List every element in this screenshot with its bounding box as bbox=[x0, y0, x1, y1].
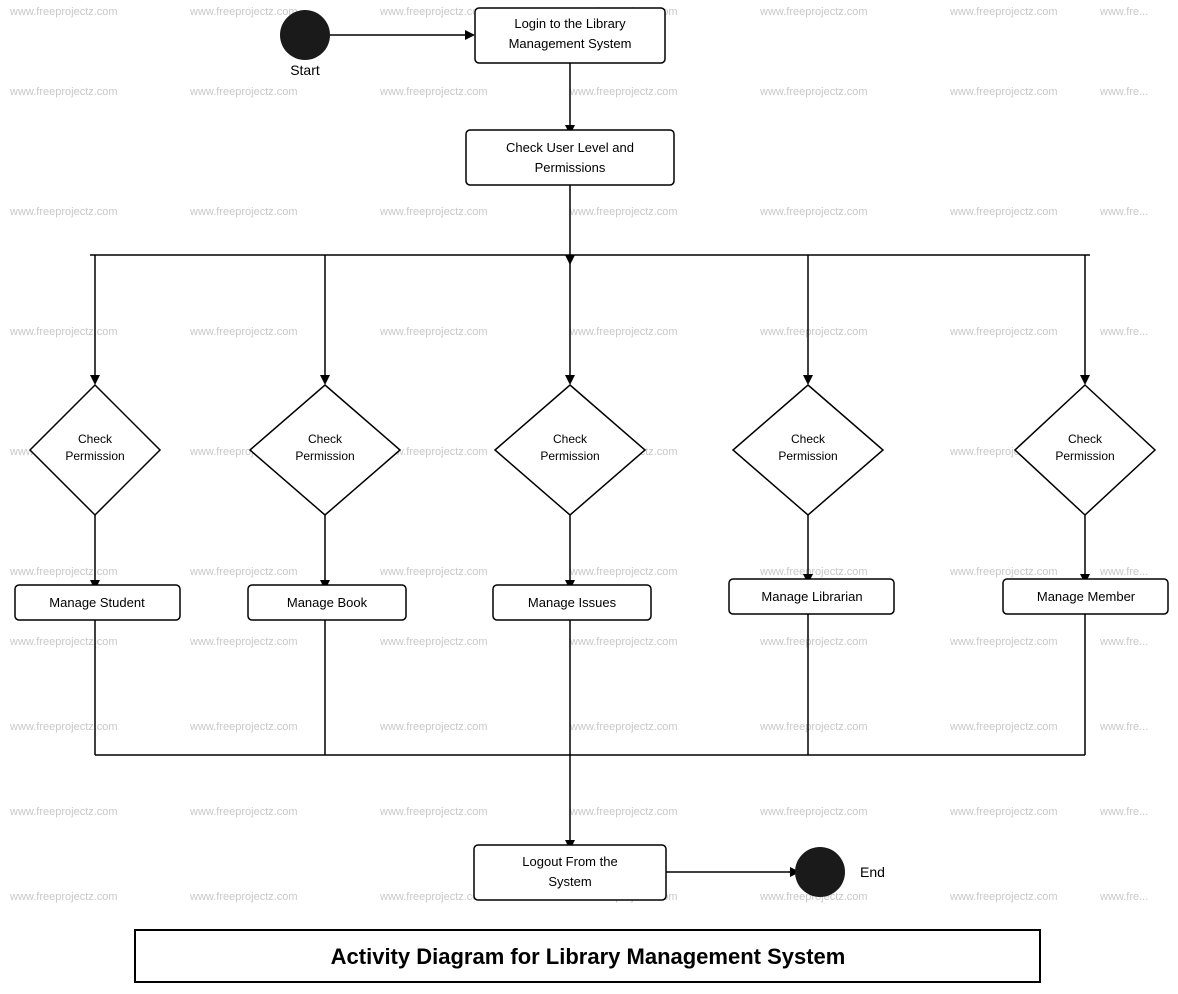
svg-text:www.freeprojectz.com: www.freeprojectz.com bbox=[949, 326, 1058, 338]
svg-text:Manage Issues: Manage Issues bbox=[528, 595, 617, 610]
svg-text:www.fre...: www.fre... bbox=[1099, 6, 1148, 18]
start-node bbox=[280, 10, 330, 60]
svg-text:www.freeprojectz.com: www.freeprojectz.com bbox=[9, 566, 118, 578]
svg-text:www.freeprojectz.com: www.freeprojectz.com bbox=[189, 6, 298, 18]
svg-text:Manage Student: Manage Student bbox=[49, 595, 145, 610]
svg-text:www.freeprojectz.com: www.freeprojectz.com bbox=[189, 891, 298, 903]
svg-text:www.fre...: www.fre... bbox=[1099, 566, 1148, 578]
svg-text:Manage Member: Manage Member bbox=[1037, 589, 1136, 604]
svg-text:Login to the Library: Login to the Library bbox=[514, 16, 626, 31]
svg-text:Permission: Permission bbox=[295, 449, 354, 463]
svg-text:www.freeprojectz.com: www.freeprojectz.com bbox=[569, 86, 678, 98]
svg-text:www.freeprojectz.com: www.freeprojectz.com bbox=[569, 636, 678, 648]
svg-text:www.freeprojectz.com: www.freeprojectz.com bbox=[569, 206, 678, 218]
svg-text:www.freeprojectz.com: www.freeprojectz.com bbox=[379, 6, 488, 18]
svg-text:www.fre...: www.fre... bbox=[1099, 206, 1148, 218]
svg-text:Check: Check bbox=[308, 432, 343, 446]
svg-text:www.freeprojectz.com: www.freeprojectz.com bbox=[189, 326, 298, 338]
svg-text:www.fre...: www.fre... bbox=[1099, 86, 1148, 98]
svg-text:Manage Book: Manage Book bbox=[287, 595, 368, 610]
svg-text:www.freeprojectz.com: www.freeprojectz.com bbox=[189, 806, 298, 818]
svg-text:www.fre...: www.fre... bbox=[1099, 806, 1148, 818]
svg-text:Check User Level and: Check User Level and bbox=[506, 140, 634, 155]
svg-text:www.freeprojectz.com: www.freeprojectz.com bbox=[759, 806, 868, 818]
svg-text:www.freeprojectz.com: www.freeprojectz.com bbox=[949, 636, 1058, 648]
svg-text:Permission: Permission bbox=[65, 449, 124, 463]
svg-text:www.freeprojectz.com: www.freeprojectz.com bbox=[569, 721, 678, 733]
svg-text:www.freeprojectz.com: www.freeprojectz.com bbox=[949, 721, 1058, 733]
svg-text:www.freeprojectz.com: www.freeprojectz.com bbox=[9, 86, 118, 98]
svg-text:www.freeprojectz.com: www.freeprojectz.com bbox=[759, 326, 868, 338]
svg-text:www.fre...: www.fre... bbox=[1099, 721, 1148, 733]
svg-text:www.freeprojectz.com: www.freeprojectz.com bbox=[949, 6, 1058, 18]
svg-text:www.freeprojectz.com: www.freeprojectz.com bbox=[189, 86, 298, 98]
diagram-title: Activity Diagram for Library Management … bbox=[331, 944, 846, 969]
svg-text:www.freeprojectz.com: www.freeprojectz.com bbox=[759, 566, 868, 578]
svg-text:www.freeprojectz.com: www.freeprojectz.com bbox=[379, 891, 488, 903]
end-node bbox=[795, 847, 845, 897]
diagram-container: www.freeprojectz.com www.freeprojectz.co… bbox=[0, 0, 1178, 994]
svg-text:Permission: Permission bbox=[778, 449, 837, 463]
svg-text:Permission: Permission bbox=[1055, 449, 1114, 463]
svg-text:www.freeprojectz.com: www.freeprojectz.com bbox=[189, 721, 298, 733]
svg-text:www.freeprojectz.com: www.freeprojectz.com bbox=[949, 566, 1058, 578]
svg-text:www.freeprojectz.com: www.freeprojectz.com bbox=[9, 891, 118, 903]
svg-text:www.freeprojectz.com: www.freeprojectz.com bbox=[569, 326, 678, 338]
svg-text:www.freeprojectz.com: www.freeprojectz.com bbox=[379, 636, 488, 648]
svg-text:www.fre...: www.fre... bbox=[1099, 636, 1148, 648]
svg-text:Permissions: Permissions bbox=[535, 160, 606, 175]
svg-text:www.freeprojectz.com: www.freeprojectz.com bbox=[189, 206, 298, 218]
svg-text:www.freeprojectz.com: www.freeprojectz.com bbox=[759, 721, 868, 733]
svg-text:Check: Check bbox=[78, 432, 113, 446]
svg-text:www.freeprojectz.com: www.freeprojectz.com bbox=[949, 206, 1058, 218]
svg-text:www.freeprojectz.com: www.freeprojectz.com bbox=[759, 206, 868, 218]
svg-text:www.freeprojectz.com: www.freeprojectz.com bbox=[569, 566, 678, 578]
svg-text:www.freeprojectz.com: www.freeprojectz.com bbox=[9, 721, 118, 733]
start-label: Start bbox=[290, 62, 320, 78]
svg-text:www.freeprojectz.com: www.freeprojectz.com bbox=[949, 86, 1058, 98]
svg-text:www.freeprojectz.com: www.freeprojectz.com bbox=[189, 566, 298, 578]
svg-text:www.freeprojectz.com: www.freeprojectz.com bbox=[379, 721, 488, 733]
svg-text:www.freeprojectz.com: www.freeprojectz.com bbox=[379, 86, 488, 98]
check-user-level-node bbox=[466, 130, 674, 185]
svg-text:www.fre...: www.fre... bbox=[1099, 891, 1148, 903]
svg-text:Check: Check bbox=[1068, 432, 1103, 446]
svg-text:Permission: Permission bbox=[540, 449, 599, 463]
end-label: End bbox=[860, 864, 885, 880]
svg-text:www.freeprojectz.com: www.freeprojectz.com bbox=[9, 636, 118, 648]
svg-text:Logout From the: Logout From the bbox=[522, 854, 617, 869]
svg-text:www.freeprojectz.com: www.freeprojectz.com bbox=[379, 206, 488, 218]
svg-text:www.freeprojectz.com: www.freeprojectz.com bbox=[949, 891, 1058, 903]
svg-text:www.freeprojectz.com: www.freeprojectz.com bbox=[569, 806, 678, 818]
svg-text:www.freeprojectz.com: www.freeprojectz.com bbox=[379, 806, 488, 818]
svg-text:www.freeprojectz.com: www.freeprojectz.com bbox=[949, 806, 1058, 818]
svg-text:www.freeprojectz.com: www.freeprojectz.com bbox=[759, 6, 868, 18]
svg-text:Management System: Management System bbox=[509, 36, 632, 51]
svg-text:www.freeprojectz.com: www.freeprojectz.com bbox=[9, 6, 118, 18]
svg-text:Manage Librarian: Manage Librarian bbox=[761, 589, 862, 604]
svg-text:www.freeprojectz.com: www.freeprojectz.com bbox=[9, 806, 118, 818]
svg-text:www.freeprojectz.com: www.freeprojectz.com bbox=[9, 206, 118, 218]
svg-text:www.freeprojectz.com: www.freeprojectz.com bbox=[759, 636, 868, 648]
svg-text:www.freeprojectz.com: www.freeprojectz.com bbox=[759, 86, 868, 98]
svg-text:www.fre...: www.fre... bbox=[1099, 326, 1148, 338]
svg-text:www.freeprojectz.com: www.freeprojectz.com bbox=[379, 566, 488, 578]
svg-text:www.freeprojectz.com: www.freeprojectz.com bbox=[189, 636, 298, 648]
svg-text:www.freeprojectz.com: www.freeprojectz.com bbox=[379, 326, 488, 338]
svg-text:www.freeprojectz.com: www.freeprojectz.com bbox=[9, 326, 118, 338]
svg-text:Check: Check bbox=[553, 432, 588, 446]
svg-text:System: System bbox=[548, 874, 591, 889]
svg-text:Check: Check bbox=[791, 432, 826, 446]
